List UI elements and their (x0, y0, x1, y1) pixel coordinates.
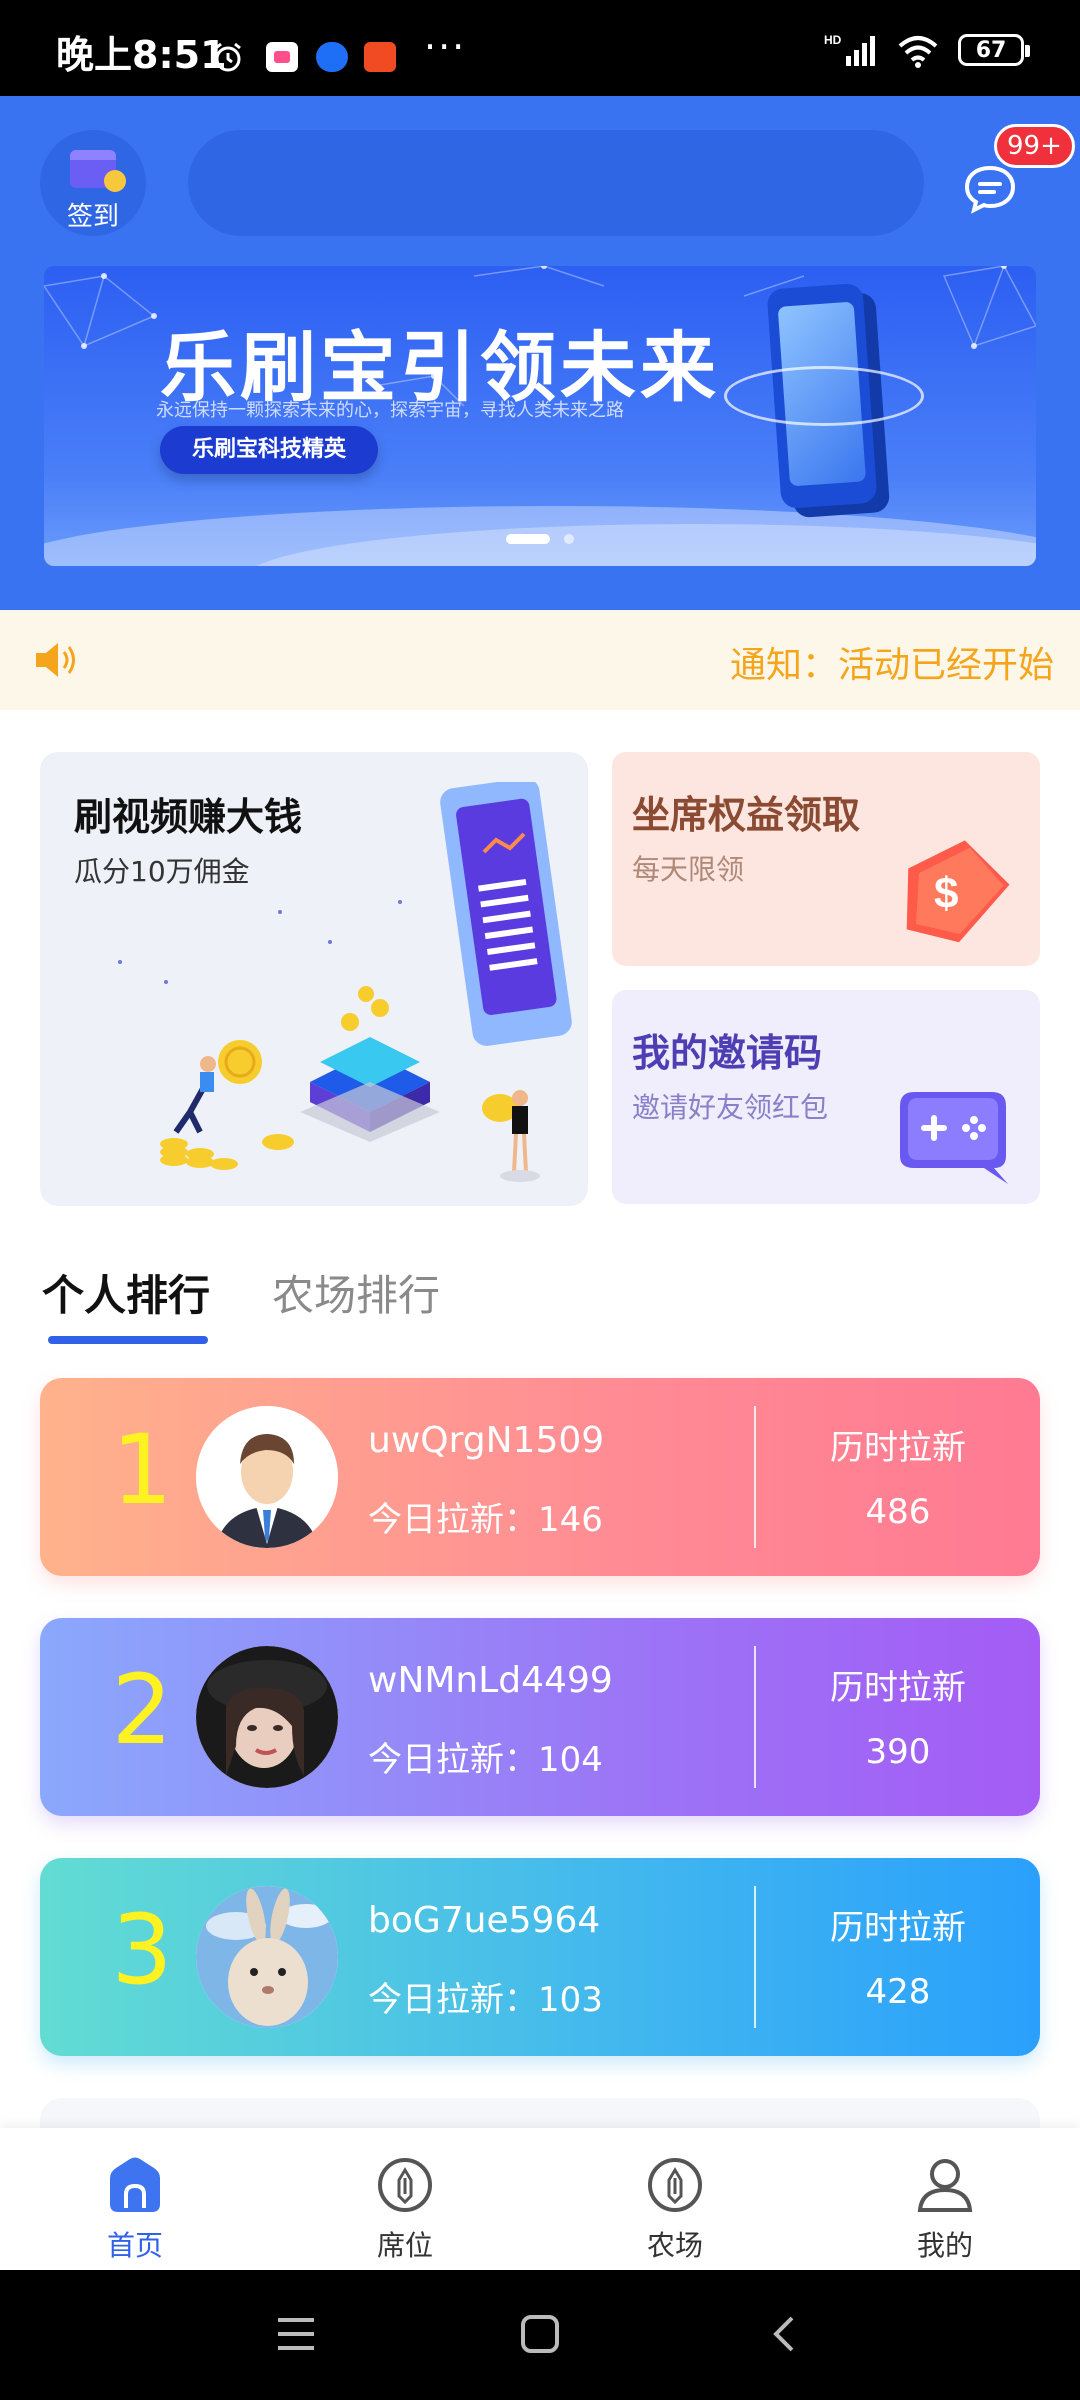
seat-card-title: 坐席权益领取 (632, 793, 861, 837)
rank-total-label: 历时拉新 (830, 1428, 966, 1468)
nav-seat-label: 席位 (376, 2229, 433, 2262)
nav-seat[interactable]: 席位 (270, 2128, 540, 2270)
message-badge: 99+ (994, 124, 1075, 168)
rank-today-count: 今日拉新：146 (368, 1500, 603, 1540)
svg-text:$: $ (934, 869, 958, 918)
nav-farm-label: 农场 (646, 2229, 703, 2262)
tab-farm-ranking[interactable]: 农场排行 (272, 1262, 440, 1323)
nav-home[interactable]: 首页 (0, 2128, 270, 2270)
status-bar: 晚上8:51 ··· HD 67 (0, 0, 1080, 96)
rank-total-count: 390 (865, 1732, 931, 1772)
alarm-icon (215, 42, 241, 72)
profile-icon (917, 2159, 973, 2212)
user-photo-avatar (196, 1646, 338, 1788)
home-icon (110, 2157, 160, 2212)
rank-today-count: 今日拉新：103 (368, 1980, 603, 2020)
header: 签到 99+ 乐刷宝引领未来 永远保持一颗探索未来的心，探索宇宙，寻找人类未来之… (0, 96, 1080, 610)
businessman-avatar-icon (196, 1406, 338, 1548)
svg-text:HD: HD (824, 33, 842, 47)
signin-button[interactable]: 签到 (40, 130, 146, 236)
rank-total-count: 486 (865, 1492, 931, 1532)
app-icon-photos (266, 42, 298, 72)
tab-personal-ranking[interactable]: 个人排行 (42, 1262, 210, 1323)
app-icon-taobao (364, 42, 396, 72)
status-time: 晚上8:51 (56, 33, 227, 77)
message-icon[interactable] (962, 164, 1018, 214)
farm-icon (648, 2158, 702, 2212)
battery-icon: 67 (958, 34, 1030, 66)
carousel-dot-active[interactable] (506, 534, 550, 544)
gamepad-icon (900, 1092, 1008, 1184)
nav-farm[interactable]: 农场 (540, 2128, 810, 2270)
seat-benefits-card[interactable]: 坐席权益领取 每天限领 $ (612, 752, 1040, 966)
search-bar[interactable] (188, 130, 924, 236)
more-notifications-icon: ··· (424, 25, 467, 69)
rank-number: 1 (111, 1414, 173, 1526)
menu-icon[interactable] (276, 2316, 316, 2352)
seat-icon (378, 2158, 432, 2212)
rank-username: wNMnLd4499 (368, 1660, 613, 1701)
home-square-icon[interactable] (520, 2314, 560, 2354)
signin-label: 签到 (66, 202, 119, 232)
nav-profile-label: 我的 (916, 2229, 973, 2262)
coin-icon (104, 170, 126, 192)
nav-profile[interactable]: 我的 (810, 2128, 1080, 2270)
app-icon-bird (316, 42, 348, 72)
promo-banner[interactable]: 乐刷宝引领未来 永远保持一颗探索未来的心，探索宇宙，寻找人类未来之路 乐刷宝科技… (44, 266, 1036, 566)
invite-card-subtitle: 邀请好友领红包 (632, 1091, 829, 1124)
ranking-item[interactable]: 2 wNMnLd4499 今日拉新：104 历时拉新 390 (40, 1618, 1040, 1816)
nav-home-label: 首页 (106, 2229, 163, 2262)
orbit-ring (724, 366, 924, 426)
rank-total-label: 历时拉新 (830, 1668, 966, 1708)
rank-username: uwQrgN1509 (368, 1420, 605, 1461)
invite-code-card[interactable]: 我的邀请码 邀请好友领红包 (612, 990, 1040, 1204)
rank-total-count: 428 (865, 1972, 931, 2012)
status-indicators: HD 67 (824, 30, 1030, 70)
rank-total-label: 历时拉新 (830, 1908, 966, 1948)
rank-number: 3 (111, 1894, 173, 2006)
notice-text: 通知：活动已经开始 (730, 645, 1055, 686)
video-earn-card[interactable]: 刷视频赚大钱 瓜分10万佣金 (40, 752, 588, 1206)
speaker-icon (36, 643, 75, 677)
notice-bar[interactable]: 通知：活动已经开始 (0, 610, 1080, 710)
video-earn-illustration (118, 782, 572, 1182)
wifi-icon (898, 36, 938, 68)
dollar-tag-icon: $ (906, 840, 1010, 943)
bottom-nav: 首页 席位 农场 我的 (0, 2128, 1080, 2270)
banner-subtitle: 永远保持一颗探索未来的心，探索宇宙，寻找人类未来之路 (156, 400, 624, 421)
carousel-dot[interactable] (564, 534, 574, 544)
rank-username: boG7ue5964 (368, 1900, 601, 1941)
tab-active-indicator (48, 1336, 208, 1344)
system-nav-bar (0, 2270, 1080, 2400)
rabbit-avatar-icon (196, 1886, 338, 2028)
seat-card-subtitle: 每天限领 (632, 853, 745, 886)
signal-icon: HD (824, 33, 875, 66)
banner-pill: 乐刷宝科技精英 (160, 426, 378, 474)
rank-number: 2 (111, 1654, 173, 1766)
ranking-item[interactable]: 1 uwQrgN1509 今日拉新：146 历时拉新 486 (40, 1378, 1040, 1576)
back-icon[interactable] (768, 2314, 798, 2354)
invite-card-title: 我的邀请码 (632, 1031, 823, 1075)
avatar (196, 1406, 338, 1548)
avatar (196, 1646, 338, 1788)
ranking-item[interactable]: 3 boG7ue5964 今日拉新：103 历时拉新 428 (40, 1858, 1040, 2056)
rank-today-count: 今日拉新：104 (368, 1740, 603, 1780)
avatar (196, 1886, 338, 2028)
